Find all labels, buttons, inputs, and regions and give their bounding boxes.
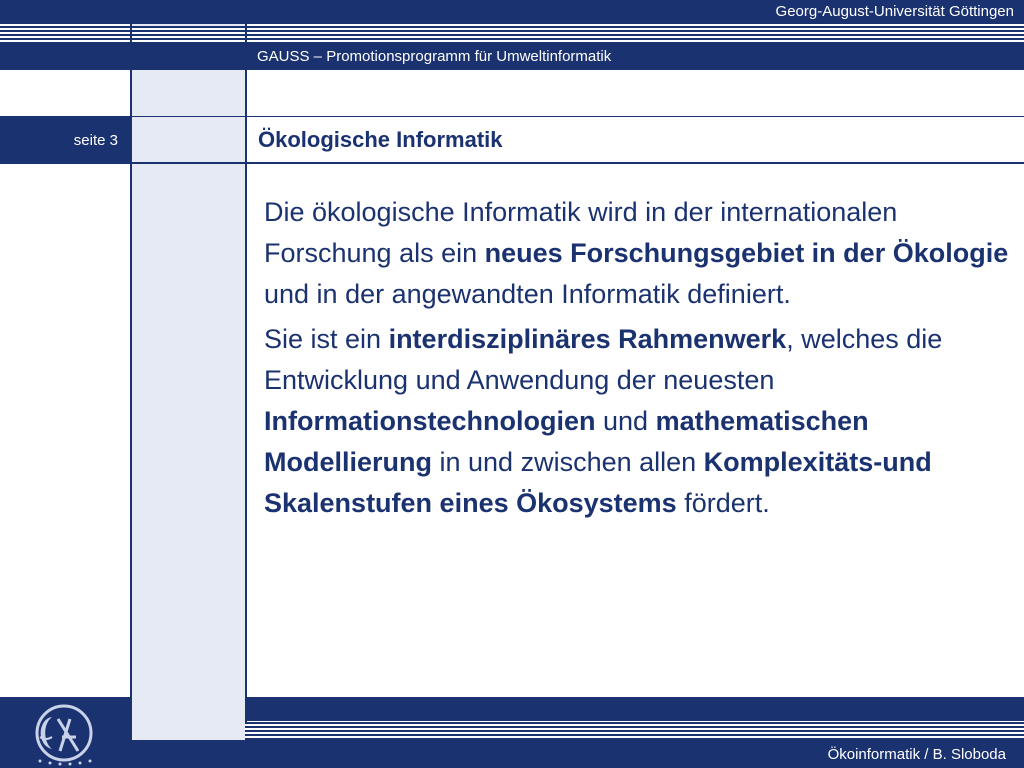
paragraph-1: Die ökologische Informatik wird in der i…: [264, 192, 1014, 315]
paragraph-2-bold-1: interdisziplinäres Rahmenwerk: [388, 324, 787, 355]
slide-title: Ökologische Informatik: [258, 127, 503, 152]
paragraph-2-text-5: fördert.: [676, 488, 770, 519]
footer-author: Ökoinformatik / B. Sloboda: [827, 746, 1006, 763]
paragraph-2: Sie ist ein interdisziplinäres Rahmenwer…: [264, 319, 1014, 524]
title-top-line: [130, 116, 1024, 117]
footer-stripes: [245, 722, 1024, 740]
title-bottom-line: [130, 162, 1024, 164]
logo-box: [0, 697, 130, 768]
program-title: GAUSS – Promotionsprogramm für Umweltinf…: [257, 48, 612, 65]
university-name: Georg-August-Universität Göttingen: [775, 3, 1014, 20]
left-vertical-line: [130, 0, 132, 768]
paragraph-1-text-2: und in der angewandten Informatik defini…: [264, 279, 791, 310]
university-seal-icon: [0, 697, 130, 768]
slide: Georg-August-Universität Göttingen GAUSS…: [0, 0, 1024, 768]
right-vertical-line: [245, 0, 247, 768]
header-stripes: [0, 26, 1024, 42]
paragraph-2-bold-2: Informationstechnologien: [264, 406, 596, 437]
paragraph-1-bold-1: neues Forschungsgebiet in der Ökologie: [484, 238, 1009, 269]
paragraph-2-text-4: in und zwischen allen: [432, 447, 704, 478]
paragraph-2-text-1: Sie ist ein: [264, 324, 389, 355]
slide-body: Die ökologische Informatik wird in der i…: [264, 192, 1014, 528]
footer-band-upper: [245, 697, 1024, 721]
paragraph-2-text-3: und: [595, 406, 656, 437]
page-number: seite 3: [73, 132, 118, 149]
